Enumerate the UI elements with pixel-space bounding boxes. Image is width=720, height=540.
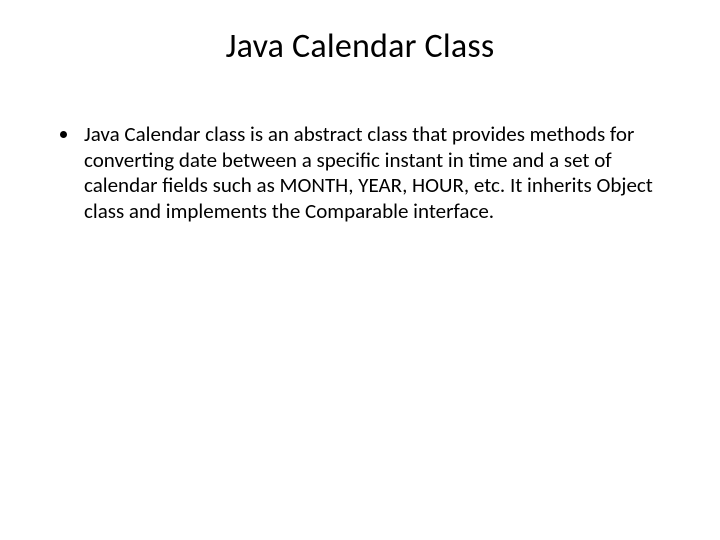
slide-title: Java Calendar Class — [50, 26, 670, 67]
bullet-list: Java Calendar class is an abstract class… — [50, 122, 670, 224]
bullet-item: Java Calendar class is an abstract class… — [80, 122, 660, 224]
slide: Java Calendar Class Java Calendar class … — [0, 0, 720, 540]
